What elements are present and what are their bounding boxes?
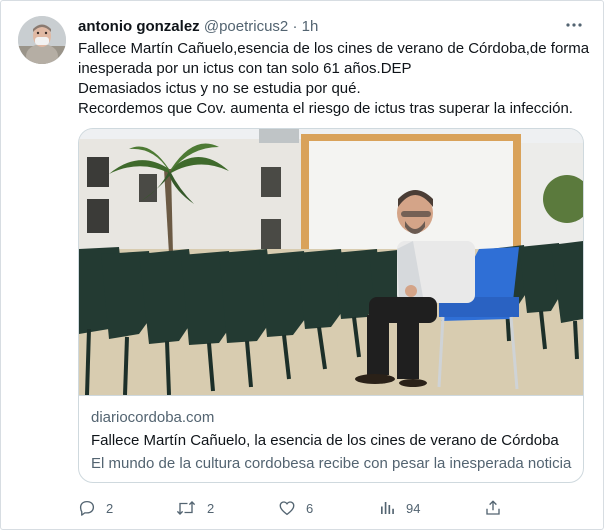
card-domain: diariocordoba.com (91, 409, 215, 426)
card-divider (79, 395, 583, 396)
tweet-header: antonio gonzalez @poetricus2 · 1h (78, 18, 318, 35)
tweet-text-line: inesperada por un ictus con tan solo 61 … (78, 60, 412, 77)
link-preview-card[interactable]: diariocordoba.com Fallece Martín Cañuelo… (78, 128, 584, 483)
timestamp[interactable]: 1h (302, 18, 319, 35)
like-button[interactable]: 6 (278, 497, 313, 519)
share-button[interactable] (484, 497, 502, 519)
more-options-button[interactable] (563, 16, 585, 34)
retweet-count: 2 (207, 500, 215, 516)
author-handle[interactable]: @poetricus2 (204, 18, 288, 35)
tweet-text: Fallece Martín Cañuelo,esencia de los ci… (78, 39, 590, 119)
tweet-text-line: Recordemos que Cov. aumenta el riesgo de… (78, 100, 573, 117)
tweet-text-line: Fallece Martín Cañuelo,esencia de los ci… (78, 40, 590, 57)
reply-count: 2 (106, 500, 114, 516)
avatar[interactable] (18, 16, 66, 64)
avatar-photo (18, 16, 66, 64)
reply-icon (79, 500, 95, 516)
tweet-text-line: Demasiados ictus y no se estudia por qué… (78, 80, 361, 97)
views-button[interactable]: 94 (378, 497, 420, 519)
card-image[interactable] (79, 129, 583, 395)
more-dots-icon (566, 23, 582, 27)
share-icon (486, 500, 500, 515)
heart-icon (279, 501, 295, 516)
views-chart-icon (381, 502, 394, 514)
separator-dot: · (292, 18, 298, 35)
views-count: 94 (406, 500, 421, 516)
like-count: 6 (306, 500, 314, 516)
card-title[interactable]: Fallece Martín Cañuelo, la esencia de lo… (91, 432, 559, 449)
reply-button[interactable]: 2 (78, 497, 113, 519)
retweet-button[interactable]: 2 (175, 497, 214, 519)
author-name[interactable]: antonio gonzalez (78, 18, 200, 35)
retweet-icon (176, 501, 196, 515)
card-description: El mundo de la cultura cordobesa recibe … (91, 455, 572, 472)
tweet-actions-bar: 2 2 6 94 (78, 497, 588, 519)
